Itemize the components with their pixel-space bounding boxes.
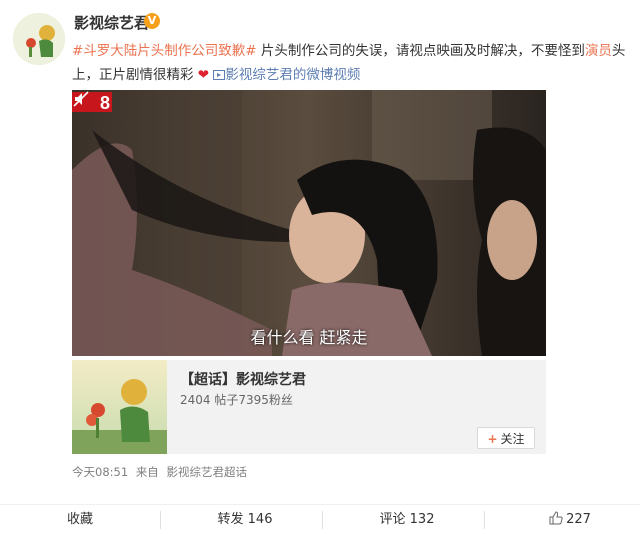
supertopic-card[interactable]: 【超话】影视综艺君 2404 帖子7395粉丝 + 关注 [72, 360, 546, 454]
heart-icon: ❤ [197, 67, 210, 83]
repost-label: 转发 146 [217, 512, 273, 527]
post-meta: 今天08:51 来自 影视综艺君超话 [72, 464, 251, 480]
verified-badge-icon: V [144, 13, 160, 29]
video-frame [72, 90, 546, 356]
like-button[interactable]: 227 [540, 510, 600, 530]
comment-label: 评论 132 [379, 512, 435, 527]
video-caption: 看什么看 赶紧走 [250, 328, 368, 347]
username[interactable]: 影视综艺君 [74, 12, 149, 33]
thumbs-up-icon [549, 511, 563, 525]
video-link[interactable]: 影视综艺君的微博视频 [213, 67, 360, 83]
post-text: #斗罗大陆片头制作公司致歉# 片头制作公司的失误，请视点映画及时解决，不要怪到演… [72, 39, 632, 87]
favorite-label: 收藏 [66, 512, 93, 527]
avatar[interactable] [13, 13, 65, 65]
hashtag-link[interactable]: #斗罗大陆片头制作公司致歉# [72, 43, 257, 59]
card-stats: 2404 帖子7395粉丝 [180, 393, 293, 407]
favorite-button[interactable]: 收藏 [40, 510, 120, 530]
action-bar: 收藏 转发 146 评论 132 227 [0, 504, 640, 534]
follow-label: 关注 [500, 432, 525, 446]
divider [160, 511, 161, 529]
divider [484, 511, 485, 529]
comment-button[interactable]: 评论 132 [362, 510, 452, 530]
plus-icon: + [487, 432, 498, 446]
svg-text:8: 8 [100, 93, 110, 113]
source-prefix: 来自 [135, 465, 159, 479]
highlight-link[interactable]: 演员 [585, 43, 612, 59]
post-text-part1: 片头制作公司的失误，请视点映画及时解决，不要怪到 [256, 43, 585, 59]
video-player[interactable]: 8 看什么看 赶紧走 [72, 90, 546, 356]
divider [322, 511, 323, 529]
card-thumbnail[interactable] [72, 360, 167, 454]
mute-icon[interactable] [72, 90, 90, 108]
video-link-text[interactable]: 影视综艺君的微博视频 [225, 67, 360, 83]
card-title[interactable]: 【超话】影视综艺君 [180, 369, 306, 389]
like-count: 227 [566, 512, 591, 527]
follow-button[interactable]: + 关注 [477, 427, 535, 449]
repost-button[interactable]: 转发 146 [200, 510, 290, 530]
post-time[interactable]: 今天08:51 [72, 465, 128, 479]
post-source[interactable]: 影视综艺君超话 [166, 465, 247, 479]
video-link-icon [213, 70, 226, 80]
